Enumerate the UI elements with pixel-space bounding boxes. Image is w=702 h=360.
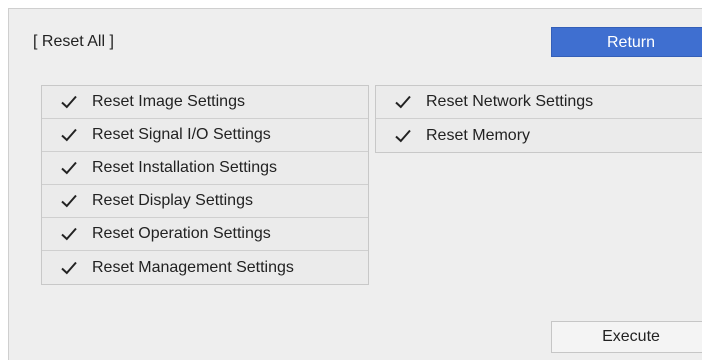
reset-option-label: Reset Operation Settings (92, 225, 271, 242)
reset-option-display-settings[interactable]: Reset Display Settings (42, 185, 368, 218)
reset-option-management-settings[interactable]: Reset Management Settings (42, 251, 368, 284)
checkmark-icon (60, 192, 78, 210)
reset-option-network-settings[interactable]: Reset Network Settings (376, 86, 702, 119)
reset-option-signal-io-settings[interactable]: Reset Signal I/O Settings (42, 119, 368, 152)
checkmark-icon (394, 93, 412, 111)
return-button[interactable]: Return (551, 27, 702, 57)
reset-options-list-left: Reset Image Settings Reset Signal I/O Se… (41, 85, 369, 285)
reset-option-memory[interactable]: Reset Memory (376, 119, 702, 152)
reset-option-installation-settings[interactable]: Reset Installation Settings (42, 152, 368, 185)
reset-option-label: Reset Display Settings (92, 192, 253, 209)
execute-button[interactable]: Execute (551, 321, 702, 353)
checkmark-icon (60, 225, 78, 243)
reset-option-label: Reset Signal I/O Settings (92, 126, 271, 143)
checkmark-icon (60, 259, 78, 277)
reset-option-label: Reset Image Settings (92, 93, 245, 110)
checkmark-icon (60, 126, 78, 144)
reset-options-list-right: Reset Network Settings Reset Memory (375, 85, 702, 153)
checkmark-icon (394, 127, 412, 145)
checkmark-icon (60, 93, 78, 111)
reset-option-label: Reset Management Settings (92, 258, 294, 276)
reset-option-label: Reset Memory (426, 126, 531, 144)
reset-option-label: Reset Network Settings (426, 93, 594, 110)
reset-all-panel: [ Reset All ] Return Reset Image Setting… (8, 8, 702, 360)
reset-option-operation-settings[interactable]: Reset Operation Settings (42, 218, 368, 251)
reset-option-label: Reset Installation Settings (92, 159, 277, 176)
reset-option-image-settings[interactable]: Reset Image Settings (42, 86, 368, 119)
page-title: [ Reset All ] (33, 33, 114, 50)
checkmark-icon (60, 159, 78, 177)
